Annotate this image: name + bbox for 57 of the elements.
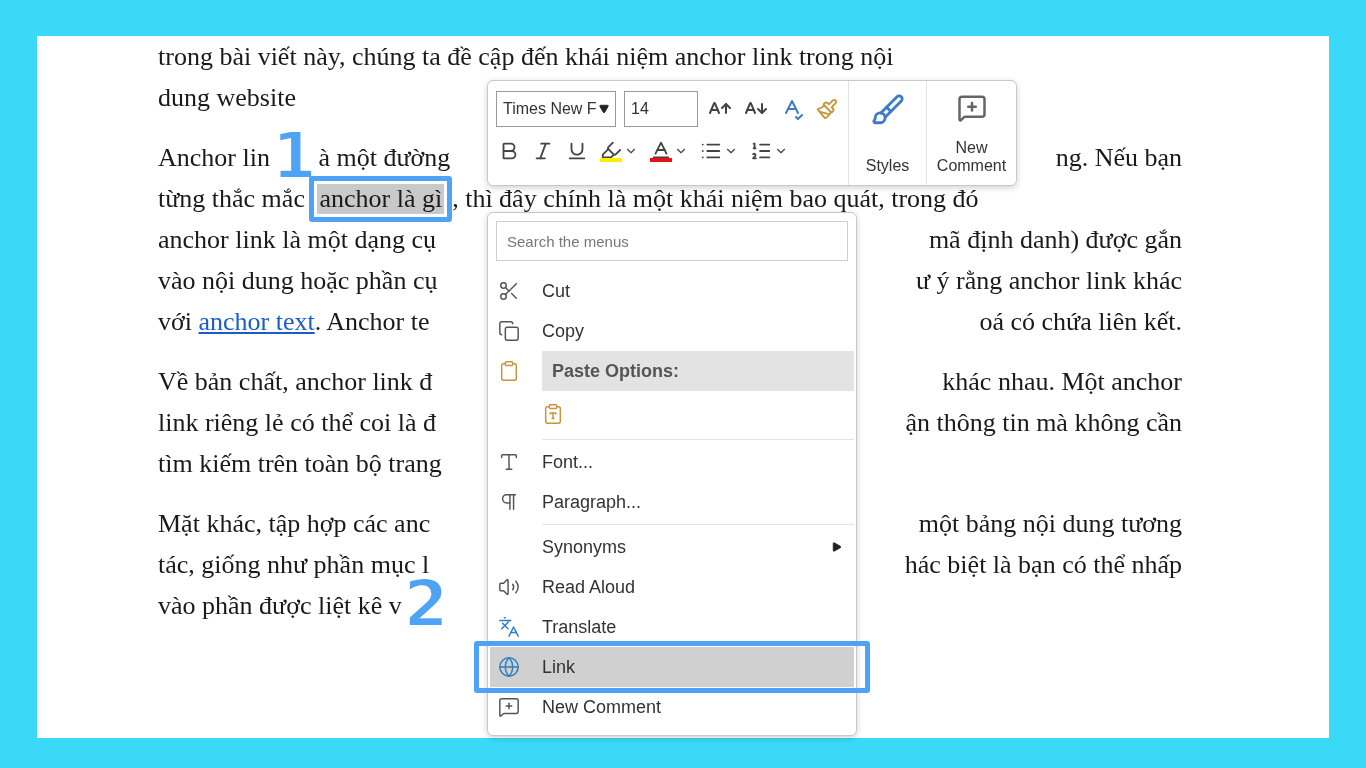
translate-icon <box>498 616 520 638</box>
body-text: dung website <box>158 82 296 113</box>
menu-item[interactable]: Read Aloud <box>490 567 854 607</box>
submenu-arrow-icon <box>832 542 842 552</box>
new-comment-button[interactable]: New Comment <box>926 81 1016 185</box>
body-text: ư ý rằng anchor link khác <box>915 265 1182 296</box>
styles-button[interactable]: Styles <box>848 81 926 185</box>
menu-item[interactable]: Translate <box>490 607 854 647</box>
hyperlink[interactable]: anchor text <box>198 306 315 337</box>
body-text: Anchor lin <box>158 142 270 173</box>
selected-text: anchor là gì <box>317 183 445 214</box>
body-text: Về bản chất, anchor link đ <box>158 366 433 397</box>
format-painter-button[interactable] <box>814 96 840 122</box>
copy-icon <box>498 320 520 342</box>
menu-section-header: Paste Options: <box>542 351 854 391</box>
body-text: . Anchor te <box>314 306 430 337</box>
body-text: với <box>158 306 193 337</box>
comment-plus-icon <box>498 696 520 718</box>
scissors-icon <box>498 280 520 302</box>
menu-item[interactable]: Synonyms <box>490 527 854 567</box>
body-text: anchor link là một dạng cụ <box>158 224 436 255</box>
body-text: mã định danh) được gắn <box>928 224 1182 255</box>
font-name-dropdown[interactable]: Times New F <box>496 91 616 127</box>
body-text: tìm kiếm trên toàn bộ trang <box>158 448 442 479</box>
body-text: ận thông tin mà không cần <box>905 407 1182 438</box>
body-text: , thì đây chính là một khái niệm bao quát, trong đó <box>452 183 979 214</box>
letter-icon <box>498 451 520 473</box>
caret-icon <box>599 104 609 114</box>
globe-icon <box>498 656 520 678</box>
body-text: Mặt khác, tập hợp các anc <box>158 508 431 539</box>
menu-item[interactable]: Cut <box>490 271 854 311</box>
comment-plus-icon <box>956 93 987 123</box>
speaker-icon <box>498 576 520 598</box>
body-text: link riêng lẻ có thể coi là đ <box>158 407 436 438</box>
body-text: oá có chứa liên kết. <box>979 306 1182 337</box>
menu-item[interactable]: Link <box>490 647 854 687</box>
menu-item[interactable]: Copy <box>490 311 854 351</box>
menu-item[interactable]: Font... <box>490 442 854 482</box>
body-text: hác biệt là bạn có thể nhấp <box>904 549 1182 580</box>
body-text: từng thắc mắc <box>158 183 306 214</box>
body-text: ng. Nếu bạn <box>1055 142 1182 173</box>
styles-icon <box>870 93 905 127</box>
body-text: vào nội dung hoặc phần cụ <box>158 265 438 296</box>
body-text: vào phần được liệt kê v <box>158 590 402 621</box>
font-color-icon <box>650 139 672 161</box>
font-size-field[interactable]: 14 <box>624 91 698 127</box>
menu-item[interactable]: Paragraph... <box>490 482 854 522</box>
clipboard-text-icon <box>542 403 564 425</box>
search-field[interactable]: Search the menus <box>496 221 848 261</box>
body-text: khác nhau. Một anchor <box>942 366 1182 397</box>
body-text: trong bài viết này, chúng ta đề cập đến khái niệm anchor link trong nội <box>158 41 894 72</box>
highlighter-icon <box>600 139 622 161</box>
body-text: tác, giống như phần mục l <box>158 549 430 579</box>
body-text: một bảng nội dung tương <box>918 508 1182 539</box>
clipboard-icon <box>498 360 520 382</box>
menu-item[interactable]: New Comment <box>490 687 854 727</box>
body-text: à một đường <box>318 142 451 173</box>
